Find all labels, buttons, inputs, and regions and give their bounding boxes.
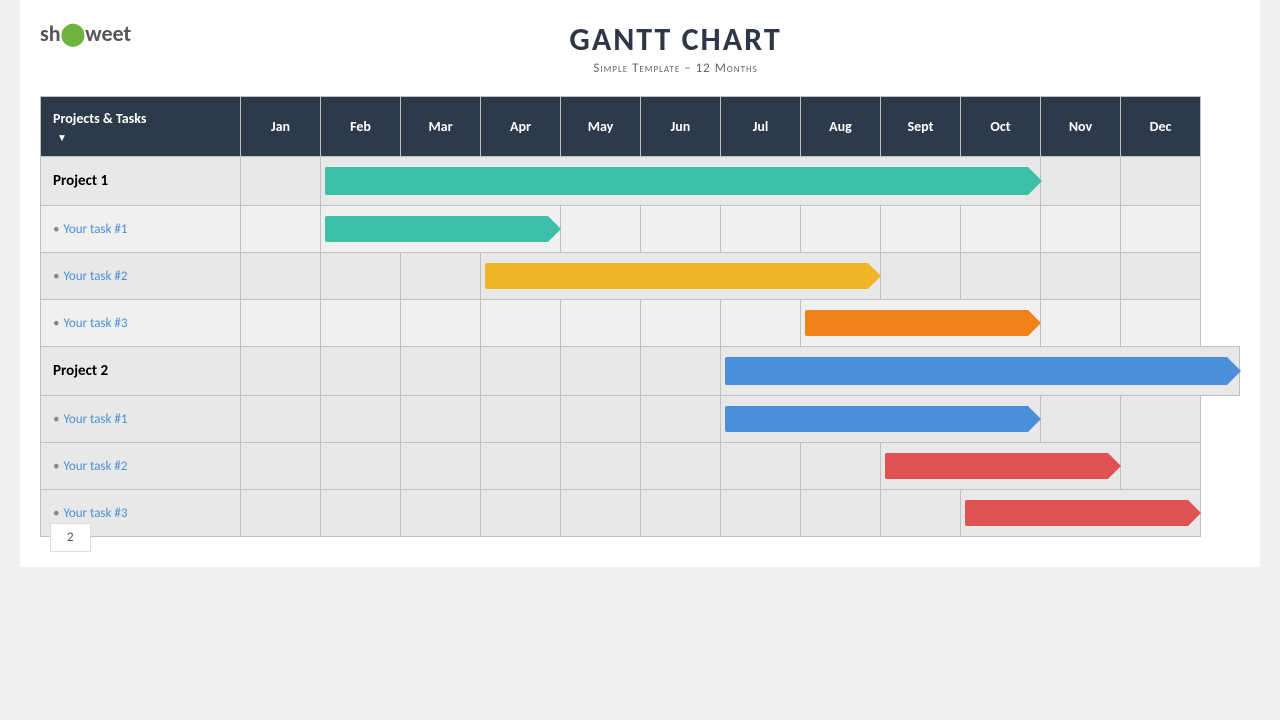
header-row: Projects & Tasks ▼ Jan Feb Mar Apr May J…: [41, 97, 1240, 157]
p2-mar: [401, 347, 481, 396]
project-2-bar: [725, 357, 1227, 385]
month-oct: Oct: [961, 97, 1041, 157]
task-2-2-row: •Your task #2: [41, 443, 1240, 490]
t12-mar: [401, 253, 481, 300]
task-2-1-bar: [725, 406, 1028, 432]
logo: sh⬤weet: [40, 20, 131, 47]
task-2-2-label: •Your task #2: [41, 443, 241, 490]
task-1-1-bar: [325, 216, 548, 242]
t23-bar-cell: [961, 490, 1201, 537]
task-1-3-row: •Your task #3: [41, 300, 1240, 347]
t13-feb: [321, 300, 401, 347]
t21-bar-cell: [721, 396, 1041, 443]
project-2-row: Project 2: [41, 347, 1240, 396]
task-1-3-label: •Your task #3: [41, 300, 241, 347]
t12-nov: [1041, 253, 1121, 300]
task-1-3-bar: [805, 310, 1028, 336]
p2-apr: [481, 347, 561, 396]
t12-oct: [961, 253, 1041, 300]
month-mar: Mar: [401, 97, 481, 157]
month-apr: Apr: [481, 97, 561, 157]
gantt-chart: Projects & Tasks ▼ Jan Feb Mar Apr May J…: [20, 86, 1260, 557]
project-1-label: Project 1: [41, 157, 241, 206]
t11-may: [561, 206, 641, 253]
t11-nov: [1041, 206, 1121, 253]
p1-nov: [1041, 157, 1121, 206]
t12-sept: [881, 253, 961, 300]
month-feb: Feb: [321, 97, 401, 157]
project-1-row: Project 1: [41, 157, 1240, 206]
task-2-1-row: •Your task #1: [41, 396, 1240, 443]
task-1-2-row: •Your task #2: [41, 253, 1240, 300]
t13-jun: [641, 300, 721, 347]
t13-nov: [1041, 300, 1121, 347]
t12-feb: [321, 253, 401, 300]
p1-bar-cell: [321, 157, 1041, 206]
task-2-2-bar: [885, 453, 1108, 479]
t12-bar-cell: [481, 253, 881, 300]
main-title: Gantt Chart: [131, 20, 1220, 59]
month-jan: Jan: [241, 97, 321, 157]
p1-jan: [241, 157, 321, 206]
p1-dec: [1121, 157, 1201, 206]
tasks-column-header: Projects & Tasks ▼: [41, 97, 241, 157]
t13-jan: [241, 300, 321, 347]
t13-jul: [721, 300, 801, 347]
page-header: sh⬤weet Gantt Chart Simple Template – 12…: [20, 20, 1260, 86]
t13-dec: [1121, 300, 1201, 347]
task-1-2-label: •Your task #2: [41, 253, 241, 300]
p2-bar-cell: [721, 347, 1240, 396]
t12-dec: [1121, 253, 1201, 300]
task-1-2-bar: [485, 263, 868, 289]
month-jul: Jul: [721, 97, 801, 157]
t13-mar: [401, 300, 481, 347]
task-2-3-row: •Your task #3: [41, 490, 1240, 537]
task-1-1-row: •Your task #1: [41, 206, 1240, 253]
t11-oct: [961, 206, 1041, 253]
task-2-1-label: •Your task #1: [41, 396, 241, 443]
t11-aug: [801, 206, 881, 253]
project-2-label: Project 2: [41, 347, 241, 396]
page-number: 2: [50, 523, 91, 552]
month-nov: Nov: [1041, 97, 1121, 157]
title-block: Gantt Chart Simple Template – 12 Months: [131, 20, 1240, 76]
t11-bar-cell: [321, 206, 561, 253]
month-may: May: [561, 97, 641, 157]
gantt-table: Projects & Tasks ▼ Jan Feb Mar Apr May J…: [40, 96, 1240, 537]
p2-feb: [321, 347, 401, 396]
subtitle: Simple Template – 12 Months: [131, 61, 1220, 76]
month-sept: Sept: [881, 97, 961, 157]
p2-may: [561, 347, 641, 396]
t13-may: [561, 300, 641, 347]
month-aug: Aug: [801, 97, 881, 157]
p2-jan: [241, 347, 321, 396]
t11-jun: [641, 206, 721, 253]
month-dec: Dec: [1121, 97, 1201, 157]
t12-jan: [241, 253, 321, 300]
p2-jun: [641, 347, 721, 396]
t11-sept: [881, 206, 961, 253]
t11-jul: [721, 206, 801, 253]
t13-apr: [481, 300, 561, 347]
month-jun: Jun: [641, 97, 721, 157]
task-2-3-bar: [965, 500, 1188, 526]
page-container: sh⬤weet Gantt Chart Simple Template – 12…: [20, 0, 1260, 567]
t13-bar-cell: [801, 300, 1041, 347]
logo-text: sh⬤weet: [40, 20, 131, 47]
project-1-bar: [325, 167, 1028, 195]
t11-dec: [1121, 206, 1201, 253]
dropdown-arrow-icon: ▼: [57, 131, 67, 144]
task-1-1-label: •Your task #1: [41, 206, 241, 253]
t22-bar-cell: [881, 443, 1121, 490]
t11-jan: [241, 206, 321, 253]
